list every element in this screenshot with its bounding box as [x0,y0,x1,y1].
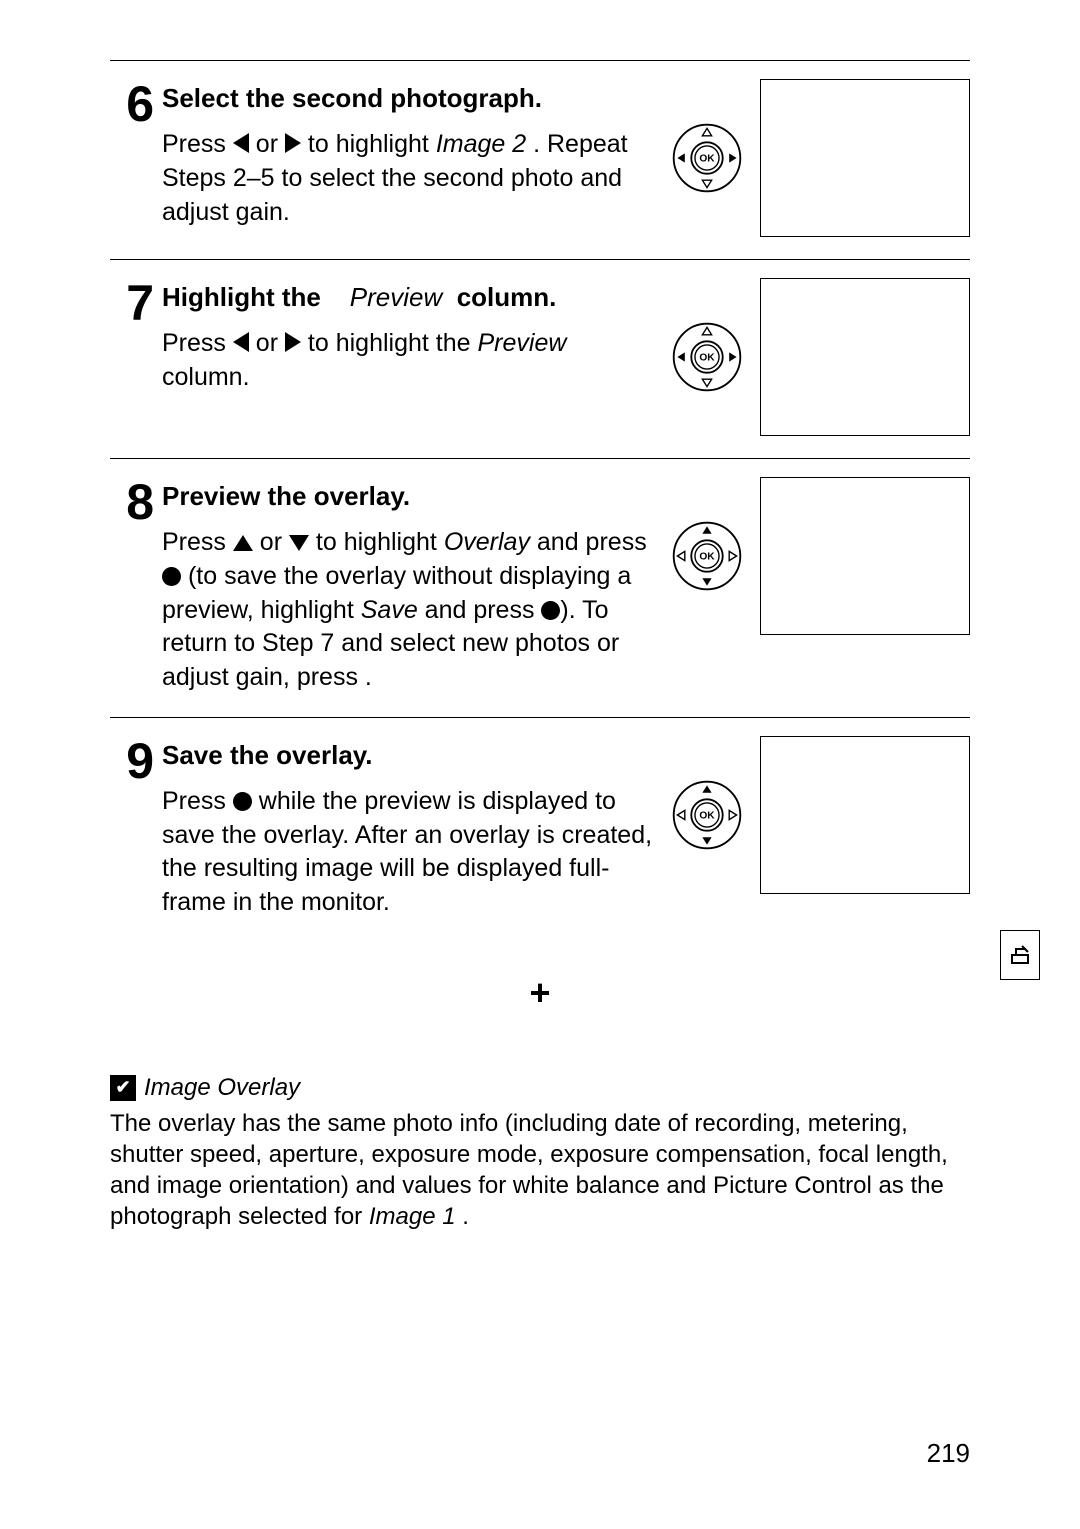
svg-text:OK: OK [699,353,715,364]
screen-placeholder [760,736,970,894]
multi-selector-icon: OK [670,320,744,394]
right-arrow-icon [285,133,301,153]
side-tab-icon [1000,930,1040,980]
note-block: ✔ Image Overlay The overlay has the same… [110,1074,970,1233]
ok-dot-icon [162,567,181,586]
screen-placeholder [760,79,970,237]
step-number: 9 [110,736,162,786]
plus-symbol: + [110,972,970,1014]
step-7: 7 Highlight the Preview column. Press or… [110,260,970,458]
note-body: The overlay has the same photo info (inc… [110,1108,970,1233]
note-title: Image Overlay [144,1074,300,1102]
down-arrow-icon [289,535,309,551]
step-title: Highlight the Preview column. [162,282,660,313]
step-number: 6 [110,79,162,129]
step-title: Select the second photograph. [162,83,660,114]
multi-selector-icon: OK [670,778,744,852]
check-icon: ✔ [110,1075,136,1101]
step-text: Press or to highlight the Preview column… [162,327,660,395]
screen-placeholder [760,477,970,635]
up-arrow-icon [233,535,253,551]
right-arrow-icon [285,332,301,352]
multi-selector-icon: OK [670,121,744,195]
step-number: 7 [110,278,162,328]
step-8: 8 Preview the overlay. Press or to highl… [110,459,970,717]
step-text: Press while the preview is displayed to … [162,785,660,920]
left-arrow-icon [233,133,249,153]
screen-placeholder [760,278,970,436]
step-title: Save the overlay. [162,740,660,771]
svg-text:OK: OK [699,154,715,165]
step-text: Press or to highlight Image 2 . Repeat S… [162,128,660,229]
ok-dot-icon [541,601,560,620]
svg-text:OK: OK [699,552,715,563]
step-number: 8 [110,477,162,527]
step-9: 9 Save the overlay. Press while the prev… [110,718,970,942]
multi-selector-icon: OK [670,519,744,593]
ok-dot-icon [233,792,252,811]
step-title: Preview the overlay. [162,481,660,512]
step-text: Press or to highlight Overlay and press … [162,526,660,695]
left-arrow-icon [233,332,249,352]
svg-text:OK: OK [699,810,715,821]
step-6: 6 Select the second photograph. Press or… [110,61,970,259]
page-number: 219 [927,1438,970,1469]
